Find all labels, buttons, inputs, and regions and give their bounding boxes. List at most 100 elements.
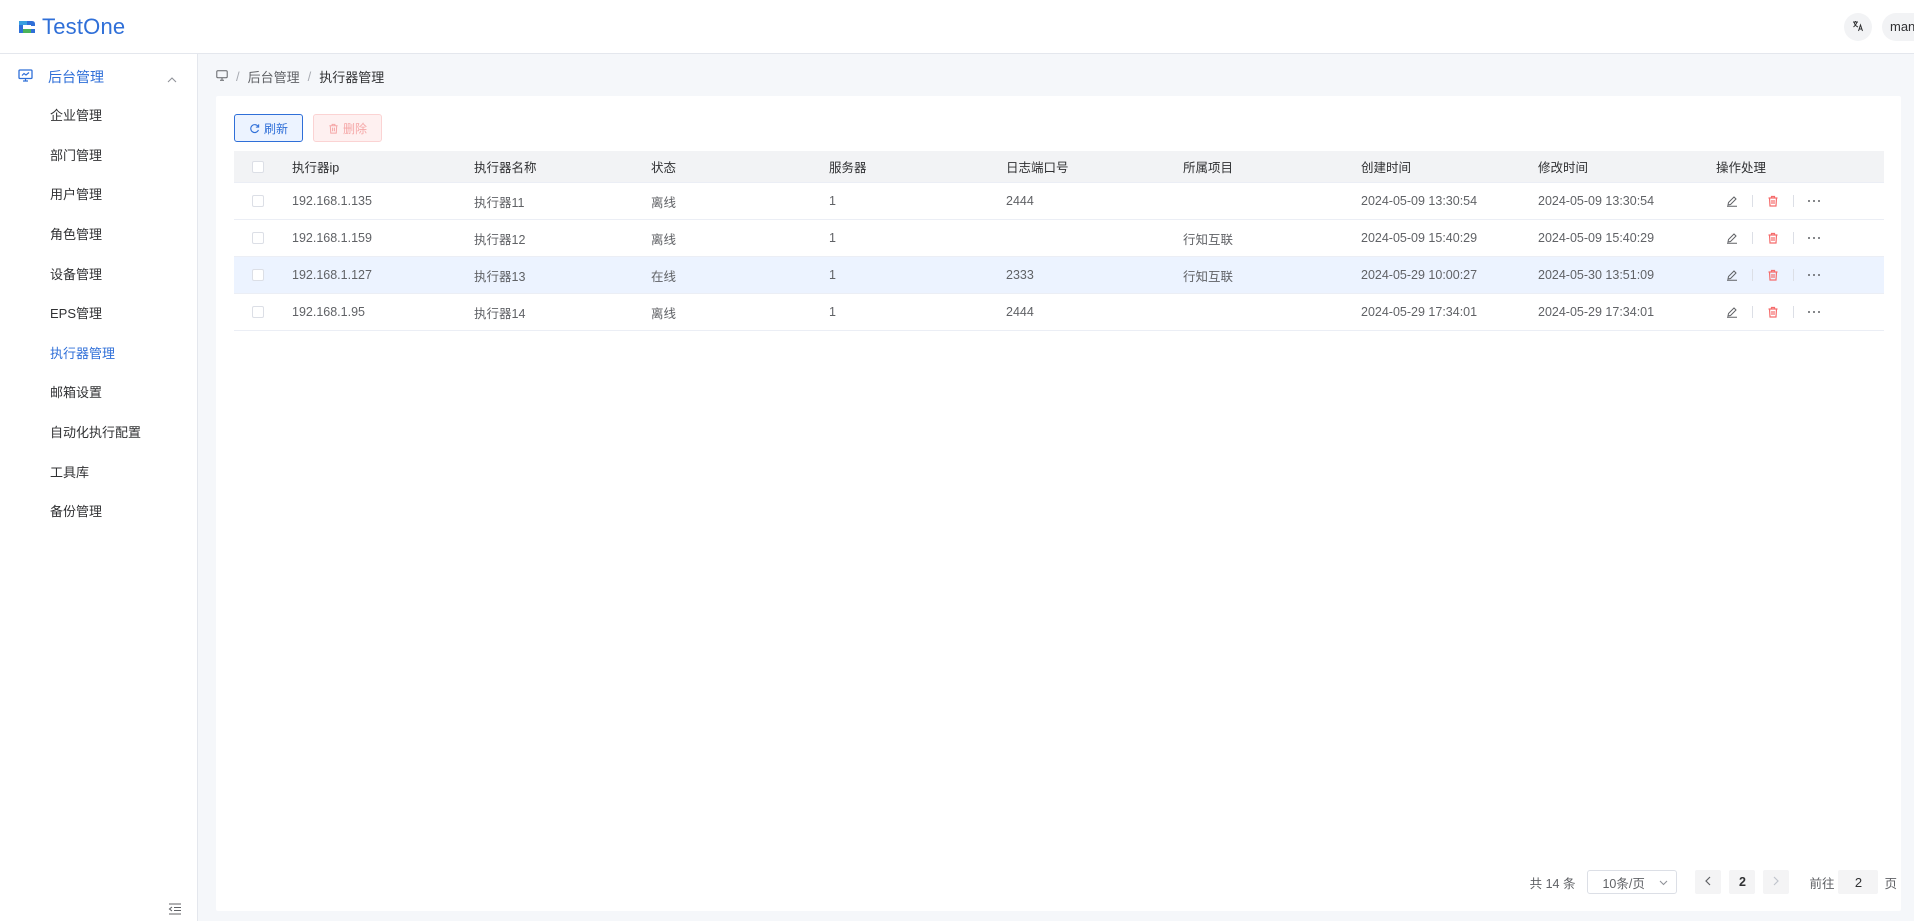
- sidebar-item-department[interactable]: 部门管理: [0, 134, 198, 174]
- sidebar-item-label: 工具库: [50, 465, 90, 480]
- sidebar-item-eps[interactable]: EPS管理: [0, 292, 198, 332]
- sidebar-item-roles[interactable]: 角色管理: [0, 213, 198, 253]
- cell-ip: 192.168.1.159: [292, 231, 372, 245]
- cell-server: 1: [829, 231, 836, 245]
- cell-created: 2024-05-09 13:30:54: [1361, 194, 1478, 208]
- delete-button[interactable]: 删除: [313, 114, 383, 142]
- table-row-highlighted[interactable]: 192.168.1.127 执行器13 在线 1 2333 行知互联 2024-…: [234, 257, 1884, 294]
- translate-button[interactable]: [1844, 13, 1872, 41]
- row-checkbox[interactable]: [252, 306, 264, 318]
- table-row[interactable]: 192.168.1.135 执行器11 离线 1 2444 2024-05-09…: [234, 183, 1884, 220]
- cell-project: 行知互联: [1183, 232, 1234, 247]
- cell-name: 执行器13: [474, 269, 526, 284]
- sidebar-item-label: 备份管理: [50, 504, 103, 519]
- row-checkbox[interactable]: [252, 269, 264, 281]
- refresh-button[interactable]: 刷新: [234, 114, 304, 142]
- cell-modified: 2024-05-09 15:40:29: [1538, 231, 1655, 245]
- home-monitor-icon[interactable]: [216, 69, 228, 84]
- delete-row-icon[interactable]: [1765, 230, 1781, 246]
- sidebar-item-executors[interactable]: 执行器管理: [0, 332, 198, 372]
- more-icon[interactable]: [1806, 304, 1822, 320]
- breadcrumb-current: 执行器管理: [319, 69, 385, 85]
- sidebar-item-label: 设备管理: [50, 267, 103, 282]
- app-logo[interactable]: TestOne: [17, 14, 125, 40]
- edit-icon[interactable]: [1724, 230, 1740, 246]
- sidebar-item-label: 企业管理: [50, 108, 103, 123]
- sidebar-item-devices[interactable]: 设备管理: [0, 253, 198, 293]
- cell-port: 2333: [1006, 268, 1034, 282]
- select-all-checkbox[interactable]: [252, 160, 264, 173]
- sidebar-item-enterprise[interactable]: 企业管理: [0, 94, 198, 134]
- chevron-down-icon: [1659, 875, 1668, 889]
- user-menu-button[interactable]: manager: [1882, 13, 1914, 41]
- column-header: 状态: [651, 161, 677, 175]
- breadcrumb-separator: /: [307, 68, 312, 84]
- more-icon[interactable]: [1806, 267, 1822, 283]
- jump-label: 前往: [1809, 876, 1835, 891]
- edit-icon[interactable]: [1724, 267, 1740, 283]
- cell-ip: 192.168.1.135: [292, 194, 372, 208]
- cell-created: 2024-05-29 10:00:27: [1361, 268, 1478, 282]
- column-header: 操作处理: [1716, 161, 1767, 175]
- jump-page-input[interactable]: [1838, 870, 1879, 894]
- row-actions: [1716, 267, 1884, 283]
- more-icon[interactable]: [1806, 193, 1822, 209]
- next-page-button[interactable]: [1763, 870, 1790, 894]
- sidebar-item-tools[interactable]: 工具库: [0, 451, 198, 491]
- sidebar-item-backup[interactable]: 备份管理: [0, 490, 198, 530]
- edit-icon[interactable]: [1724, 193, 1740, 209]
- edit-icon[interactable]: [1724, 304, 1740, 320]
- chevron-left-icon: [1705, 875, 1711, 889]
- cell-server: 1: [829, 305, 836, 319]
- top-header: TestOne manager: [0, 0, 1914, 54]
- content-card: 刷新 删除 执行器ip 执行器名称 状态 服务器 日志端口号 所属项目 创建时间…: [216, 96, 1901, 911]
- table-row[interactable]: 192.168.1.159 执行器12 离线 1 行知互联 2024-05-09…: [234, 220, 1884, 257]
- row-actions: [1716, 304, 1884, 320]
- sidebar-group-admin[interactable]: 后台管理: [0, 54, 198, 96]
- delete-row-icon[interactable]: [1765, 267, 1781, 283]
- breadcrumb-separator: /: [236, 68, 240, 84]
- row-checkbox[interactable]: [252, 232, 264, 244]
- prev-page-button[interactable]: [1695, 870, 1722, 894]
- sidebar-item-users[interactable]: 用户管理: [0, 173, 198, 213]
- row-actions: [1716, 230, 1884, 246]
- sidebar-item-label: 部门管理: [50, 148, 103, 163]
- refresh-icon: [250, 123, 260, 133]
- column-header: 日志端口号: [1006, 161, 1069, 175]
- row-actions: [1716, 193, 1884, 209]
- sidebar-item-email[interactable]: 邮箱设置: [0, 371, 198, 411]
- breadcrumb: / 后台管理 / 执行器管理: [216, 66, 384, 86]
- sidebar-item-label: 自动化执行配置: [50, 425, 142, 440]
- sidebar-item-automation[interactable]: 自动化执行配置: [0, 411, 198, 451]
- column-header: 执行器名称: [474, 161, 537, 175]
- cell-name: 执行器11: [474, 195, 525, 210]
- collapse-sidebar-button[interactable]: [168, 903, 184, 917]
- cell-modified: 2024-05-29 17:34:01: [1538, 305, 1655, 319]
- pagination-total: 共 14 条: [1529, 876, 1576, 891]
- cell-ip: 192.168.1.95: [292, 305, 365, 319]
- sidebar-item-label: 邮箱设置: [50, 385, 103, 400]
- cell-ip: 192.168.1.127: [292, 268, 372, 282]
- cell-state: 离线: [651, 306, 677, 321]
- sidebar: 后台管理 企业管理 部门管理 用户管理 角色管理 设备管理 EPS管理 执行器管…: [0, 54, 198, 921]
- table-row[interactable]: 192.168.1.95 执行器14 离线 1 2444 2024-05-29 …: [234, 294, 1884, 331]
- trash-icon: [329, 123, 338, 134]
- page-size-value: 10条/页: [1602, 876, 1645, 891]
- cell-state: 离线: [651, 232, 677, 247]
- delete-row-icon[interactable]: [1765, 304, 1781, 320]
- logo-icon: [17, 17, 37, 37]
- page-number-current[interactable]: 2: [1729, 870, 1756, 894]
- chevron-right-icon: [1773, 875, 1780, 889]
- column-header: 所属项目: [1183, 161, 1234, 175]
- page-size-select[interactable]: 10条/页: [1587, 870, 1678, 894]
- row-checkbox[interactable]: [252, 195, 264, 207]
- delete-label: 删除: [343, 121, 368, 136]
- cell-port: 2444: [1006, 305, 1034, 319]
- main-content: / 后台管理 / 执行器管理 刷新 删除 执行器ip 执行器名称 状态 服务器 …: [198, 54, 1914, 921]
- more-icon[interactable]: [1806, 230, 1822, 246]
- delete-row-icon[interactable]: [1765, 193, 1781, 209]
- table-header: 执行器ip 执行器名称 状态 服务器 日志端口号 所属项目 创建时间 修改时间 …: [234, 151, 1884, 183]
- sidebar-item-label: 用户管理: [50, 187, 103, 202]
- breadcrumb-item[interactable]: 后台管理: [248, 67, 300, 86]
- cell-port: 2444: [1006, 194, 1034, 208]
